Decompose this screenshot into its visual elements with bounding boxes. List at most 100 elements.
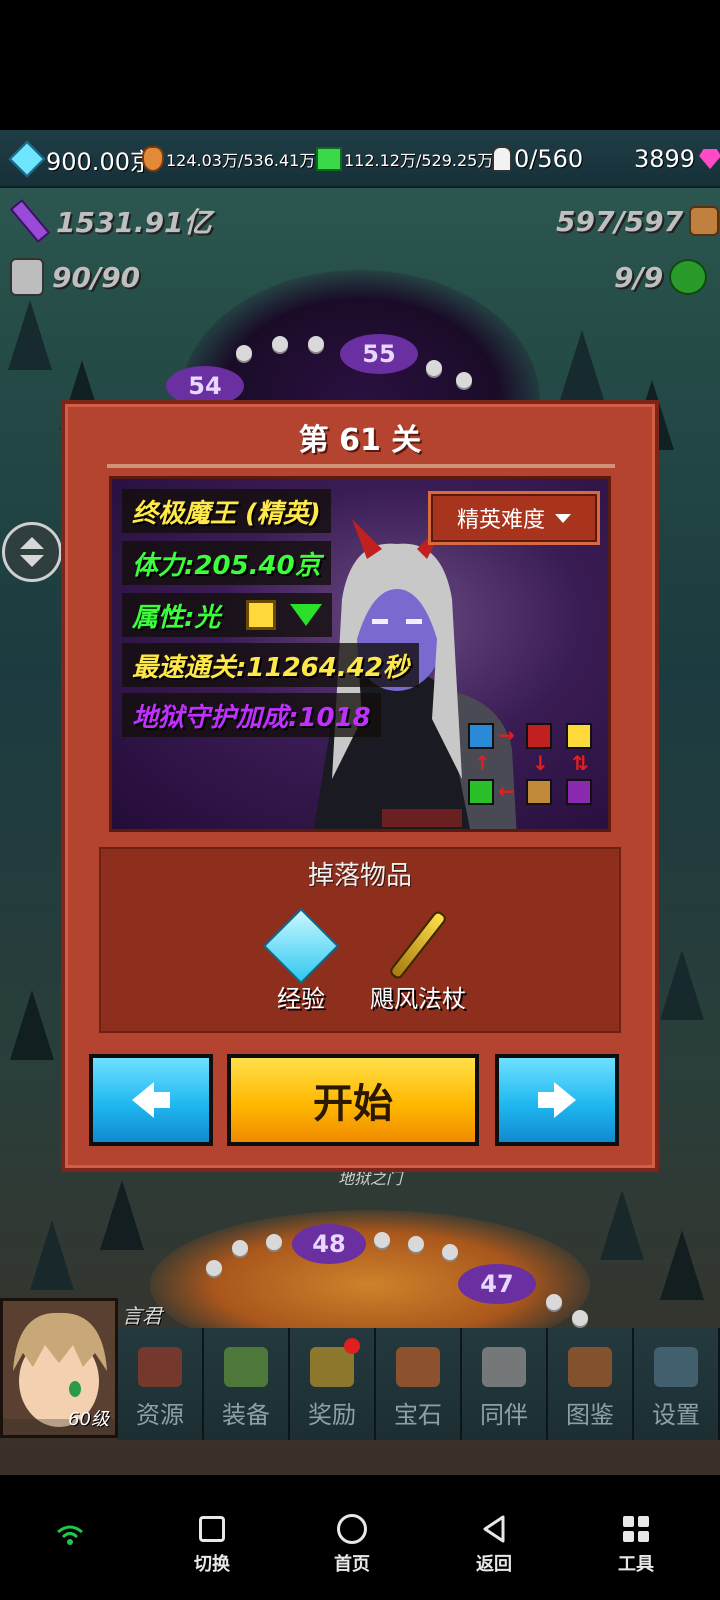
tree <box>8 300 52 370</box>
meat-icon <box>142 146 164 172</box>
path-dot <box>572 1310 588 1326</box>
drop-title: 掉落物品 <box>307 861 412 891</box>
monitor-icon <box>654 1347 698 1387</box>
diamond-resource: 3899 <box>634 134 720 184</box>
nav-home[interactable]: 首页 <box>312 1512 392 1576</box>
menu-gems[interactable]: 宝石 <box>376 1328 462 1440</box>
nav-back[interactable]: 返回 <box>454 1512 534 1576</box>
path-dot <box>232 1240 248 1256</box>
drop-item-staff[interactable]: 飓风法杖 <box>363 905 473 1014</box>
crystal-resource: 900.00京 <box>8 134 154 184</box>
tree <box>10 990 54 1060</box>
population-resource: 0/560 <box>492 134 583 184</box>
stage-node-55[interactable]: 55 <box>340 334 418 374</box>
back-triangle-icon <box>454 1512 534 1546</box>
staff-icon <box>387 909 449 981</box>
meat-resource: 124.03万/536.41万 <box>142 134 315 184</box>
nav-switch[interactable]: 切换 <box>172 1512 252 1576</box>
worker-icon <box>492 146 512 172</box>
dark-element-icon <box>566 779 592 805</box>
boss-name: 终极魔王 (精英) <box>122 489 331 533</box>
menu-rewards[interactable]: 奖励 <box>290 1328 376 1440</box>
path-dot <box>426 360 442 376</box>
arrow-left-icon <box>132 1082 170 1118</box>
circle-icon <box>312 1512 392 1546</box>
menu-companions[interactable]: 同伴 <box>462 1328 548 1440</box>
drop-panel: 掉落物品 经验 飓风法杖 <box>99 847 621 1033</box>
stage-node-48[interactable]: 48 <box>292 1224 366 1264</box>
arrow-right-icon: → <box>498 723 515 747</box>
green-gem-icon <box>316 147 342 171</box>
game-map: 900.00京 124.03万/536.41万 112.12万/529.25万 … <box>0 130 720 1475</box>
path-dot <box>206 1260 222 1276</box>
path-dot <box>236 345 252 361</box>
crystal-icon <box>8 140 46 178</box>
fire-element-icon <box>526 723 552 749</box>
path-dot <box>546 1294 562 1310</box>
arrow-down-icon: ↓ <box>532 751 549 775</box>
path-dot <box>266 1234 282 1250</box>
arrow-up-icon: ↑ <box>474 751 491 775</box>
sword-icon <box>224 1347 268 1387</box>
water-element-icon <box>468 723 494 749</box>
arrow-left-icon: ← <box>498 779 515 803</box>
system-nav-bar: 切换 首页 返回 工具 <box>0 1490 720 1600</box>
hero-level: 60级 <box>68 1409 109 1430</box>
scroll-toggle-button[interactable] <box>2 522 62 582</box>
bush-stat: 9/9 <box>614 252 708 302</box>
stage-dialog: 第 61 关 终极魔王 (精英) 体力:205.40京 属性:光 最速通关:11… <box>61 400 659 1172</box>
character-portrait[interactable]: 60级 <box>0 1298 118 1438</box>
sword-stat: 1531.91亿 <box>9 196 212 246</box>
weakness-down-arrow-icon <box>290 604 323 626</box>
gem-bag-icon <box>396 1347 440 1387</box>
tree <box>600 1190 644 1260</box>
tree <box>100 1180 144 1250</box>
light-element-icon <box>246 600 277 630</box>
wood-element-icon <box>468 779 494 805</box>
arrow-up-icon <box>20 537 44 549</box>
game-menu: 资源 装备 奖励 宝石 同伴 图鉴 设置 <box>118 1328 720 1440</box>
title-divider <box>107 464 615 468</box>
stage-node-47[interactable]: 47 <box>458 1264 536 1304</box>
path-dot <box>442 1244 458 1260</box>
green-gem-resource: 112.12万/529.25万 <box>316 134 493 184</box>
bag-stat: 597/597 <box>556 196 720 246</box>
path-dot <box>408 1236 424 1252</box>
exp-crystal-icon <box>262 907 340 985</box>
notification-badge <box>344 1338 360 1354</box>
menu-resources[interactable]: 资源 <box>118 1328 204 1440</box>
dialog-title: 第 61 关 <box>298 423 422 458</box>
menu-equipment[interactable]: 装备 <box>204 1328 290 1440</box>
boss-attribute: 属性:光 <box>122 593 333 637</box>
tree <box>560 330 604 400</box>
house-icon <box>138 1347 182 1387</box>
boss-hp: 体力:205.40京 <box>122 541 331 585</box>
best-clear-time: 最速通关:11264.42秒 <box>122 643 419 687</box>
bush-icon <box>669 259 708 295</box>
arrow-updown-icon: ⇅ <box>572 751 589 775</box>
next-stage-button[interactable] <box>495 1054 619 1146</box>
tree <box>660 950 704 1020</box>
previous-stage-button[interactable] <box>89 1054 213 1146</box>
start-button[interactable]: 开始 <box>227 1054 479 1146</box>
path-dot <box>272 336 288 352</box>
hell-guard-bonus: 地狱守护加成:1018 <box>122 693 381 737</box>
mask-icon <box>10 258 44 296</box>
wifi-icon <box>56 1524 84 1550</box>
hero-name: 言君 <box>122 1304 162 1328</box>
boss-panel: 终极魔王 (精英) 体力:205.40京 属性:光 最速通关:11264.42秒… <box>109 476 611 832</box>
path-dot <box>456 372 472 388</box>
menu-codex[interactable]: 图鉴 <box>548 1328 634 1440</box>
diamond-icon <box>699 149 720 169</box>
sword-icon <box>9 199 51 243</box>
nav-tools[interactable]: 工具 <box>596 1512 676 1576</box>
earth-element-icon <box>526 779 552 805</box>
square-icon <box>172 1512 252 1546</box>
path-dot <box>308 336 324 352</box>
status-bar-area <box>0 0 720 130</box>
menu-settings[interactable]: 设置 <box>634 1328 720 1440</box>
drop-item-exp[interactable]: 经验 <box>261 907 341 1014</box>
path-dot <box>374 1232 390 1248</box>
tree <box>30 1220 74 1290</box>
difficulty-dropdown[interactable]: 精英难度 <box>428 491 600 545</box>
